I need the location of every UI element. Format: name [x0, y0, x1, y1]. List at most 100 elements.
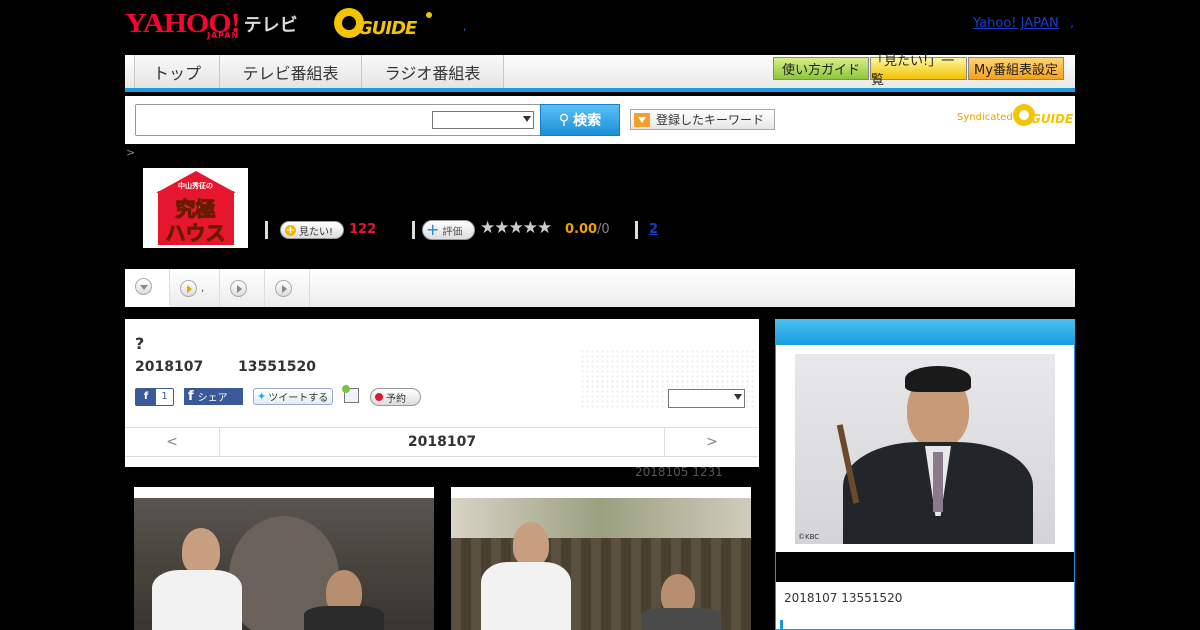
- header-trailing-separator: ,: [1070, 16, 1075, 31]
- sidebar-header: [775, 319, 1075, 344]
- person-head-shape: [182, 528, 220, 574]
- episode-select[interactable]: [668, 389, 745, 408]
- host-photo: ©KBC: [795, 354, 1055, 544]
- episode-panel: ? 2018107 13551520 f 1 f シェア ✦ ツイートする 予約…: [125, 319, 759, 467]
- episode-pager: < 2018107 >: [125, 427, 759, 457]
- rating-count: /0: [597, 222, 610, 237]
- photo-credit: ©KBC: [798, 533, 820, 541]
- play-icon: [275, 279, 292, 297]
- reviews-link[interactable]: 2: [649, 222, 658, 237]
- facebook-share-button[interactable]: f シェア: [184, 388, 243, 405]
- tweet-label: ツイートする: [268, 393, 329, 404]
- usage-guide-button[interactable]: 使い方ガイド: [773, 57, 869, 80]
- chevron-down-icon: [523, 116, 531, 122]
- rate-button[interactable]: + 評価: [422, 220, 475, 240]
- play-icon: [230, 279, 247, 297]
- host-tie-shape: [933, 452, 943, 512]
- plus-icon: +: [285, 224, 296, 236]
- yahoo-japan-link[interactable]: Yahoo! JAPAN: [973, 16, 1059, 31]
- search-icon: ⚲: [558, 112, 570, 128]
- background-fence-shape: [451, 498, 751, 538]
- rating-value: 0.00: [565, 222, 598, 237]
- person-shirt-shape: [152, 570, 242, 630]
- search-button[interactable]: ⚲ 検索: [540, 104, 620, 136]
- search-category-select[interactable]: [432, 111, 534, 129]
- chevron-down-icon: [135, 278, 152, 295]
- chevron-down-icon: [734, 394, 742, 400]
- search-bar: ⚲ 検索 登録したキーワード Syndicated GUIDE: [125, 96, 1075, 144]
- sidebar-dark-strip: [776, 552, 1074, 582]
- sidebar-date-time: 2018107 13551520: [784, 591, 903, 605]
- person-shirt-shape: [641, 608, 721, 630]
- record-dot-icon: [375, 393, 383, 401]
- breadcrumb[interactable]: >: [126, 146, 135, 159]
- mitai-list-button[interactable]: 「見たい!」一覧: [870, 54, 967, 88]
- registered-keywords-button[interactable]: 登録したキーワード: [630, 109, 775, 130]
- pager-date: 2018107: [407, 434, 477, 450]
- episode-title: ?: [135, 334, 145, 353]
- twitter-bird-icon: ✦: [257, 390, 267, 403]
- rate-button-label: 評価: [442, 226, 463, 238]
- syndicated-label: Syndicated: [957, 112, 1013, 123]
- registered-mark-icon: [426, 12, 432, 18]
- play-icon: [180, 279, 197, 297]
- syndicated-gguide-logo: GUIDE: [1013, 104, 1073, 128]
- tv-label: テレビ: [243, 15, 298, 35]
- registered-keywords-label: 登録したキーワード: [656, 113, 765, 127]
- mitai-button[interactable]: + 見たい!: [280, 221, 344, 239]
- episode-photo-card[interactable]: [451, 487, 751, 630]
- subtab-4[interactable]: [265, 269, 310, 307]
- house-logo-image: 中山秀征の 究極 ハウス: [148, 171, 244, 246]
- yahoo-tv-logo[interactable]: YAHOO! JAPAN テレビ: [125, 6, 298, 42]
- add-calendar-icon[interactable]: [342, 385, 359, 403]
- sidebar-box: ©KBC 2018107 13551520: [775, 344, 1075, 630]
- dropdown-arrow-icon: [634, 112, 650, 127]
- rating-stars: ★★★★★: [480, 218, 552, 238]
- sidebar-accent-bar: [780, 620, 783, 630]
- mitai-button-label: 見たい!: [299, 226, 334, 238]
- divider: [635, 221, 638, 239]
- update-timestamp: 2018105 1231: [635, 465, 723, 479]
- program-logo-small-text: 中山秀征の: [178, 182, 213, 190]
- search-button-label: 検索: [573, 113, 602, 129]
- program-logo-line2: ハウス: [165, 221, 226, 246]
- divider: [265, 221, 268, 239]
- syndicated-gguide-text: GUIDE: [1031, 112, 1074, 126]
- program-logo: 中山秀征の 究極 ハウス: [143, 168, 248, 248]
- person-shirt-shape: [481, 562, 571, 630]
- facebook-icon: f: [136, 389, 156, 405]
- header-separator: ,: [463, 22, 467, 33]
- episode-date: 2018107: [135, 359, 204, 375]
- program-subtabs: ,: [125, 269, 1075, 307]
- person-shirt-shape: [304, 606, 384, 630]
- facebook-like-button[interactable]: f 1: [135, 388, 174, 406]
- reserve-label: 予約: [386, 393, 406, 405]
- subtab-label: ,: [201, 282, 205, 294]
- episode-time: 13551520: [238, 359, 316, 375]
- tab-top[interactable]: トップ: [134, 55, 220, 88]
- tweet-button[interactable]: ✦ ツイートする: [253, 388, 333, 405]
- facebook-share-label: シェア: [197, 393, 228, 404]
- plus-icon: +: [426, 220, 440, 239]
- tab-tv-schedule[interactable]: テレビ番組表: [220, 55, 362, 88]
- episode-photo: [451, 498, 751, 630]
- episode-photo-card[interactable]: [134, 487, 434, 630]
- facebook-icon: f: [188, 389, 194, 404]
- subtab-1[interactable]: [125, 269, 170, 307]
- subtab-3[interactable]: [220, 269, 265, 307]
- episode-photo: [134, 498, 434, 630]
- gguide-logo-text: GUIDE: [358, 18, 417, 39]
- subtab-2[interactable]: ,: [170, 269, 220, 307]
- person-head-shape: [513, 522, 549, 566]
- host-hair-shape: [905, 366, 971, 392]
- my-schedule-settings-button[interactable]: My番組表設定: [968, 57, 1064, 80]
- tab-radio-schedule[interactable]: ラジオ番組表: [362, 55, 504, 88]
- facebook-like-count: 1: [161, 391, 168, 402]
- gguide-logo[interactable]: GUIDE: [334, 8, 432, 40]
- reserve-button[interactable]: 予約: [370, 388, 421, 406]
- next-episode-button[interactable]: >: [664, 428, 759, 456]
- previous-episode-button[interactable]: <: [125, 428, 220, 456]
- main-nav-bar: トップ テレビ番組表 ラジオ番組表 使い方ガイド 「見たい!」一覧 My番組表設…: [125, 54, 1075, 92]
- mitai-count: 122: [349, 222, 377, 237]
- divider: [412, 221, 415, 239]
